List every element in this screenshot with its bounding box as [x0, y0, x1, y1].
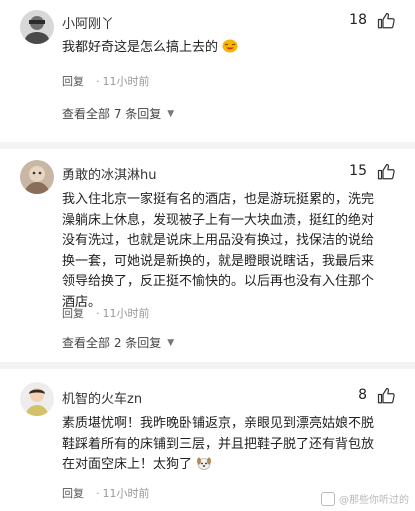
comment-time: 11小时前	[102, 487, 150, 500]
comment-text: 我都好奇这是怎么搞上去的	[62, 38, 380, 61]
avatar[interactable]	[20, 10, 54, 44]
comment-time: 11小时前	[102, 307, 150, 320]
like-count: 8	[358, 387, 367, 403]
like-icon[interactable]	[377, 163, 395, 181]
like-count: 15	[349, 163, 367, 179]
comment-item: 勇敢的冰淇淋hu 15 我入住北京一家挺有名的酒店，也是游玩挺累的，洗完澡躺床上…	[0, 150, 415, 360]
avatar[interactable]	[20, 382, 54, 416]
dog-face-emoji	[196, 456, 212, 478]
laughing-face-emoji	[222, 39, 238, 61]
view-all-replies-label: 查看全部 7 条回复	[62, 107, 162, 121]
comment-meta: 回复 · 11小时前	[62, 485, 150, 501]
comment-username[interactable]: 机智的火车zn	[62, 388, 142, 407]
watermark-text: @那些你听过的	[339, 495, 409, 506]
avatar[interactable]	[20, 160, 54, 194]
time-dot-icon: ·	[96, 74, 100, 88]
comment-item: 机智的火车zn 8 素质堪忧啊！我昨晚卧铺返京，亲眼见到漂亮姑娘不脱鞋踩着所有的…	[0, 370, 415, 511]
comment-text: 素质堪忧啊！我昨晚卧铺返京，亲眼见到漂亮姑娘不脱鞋踩着所有的床铺到三层，并且把鞋…	[62, 414, 380, 478]
like-icon[interactable]	[377, 387, 395, 405]
like-count: 18	[349, 12, 367, 28]
chevron-down-icon: ▼	[167, 337, 175, 348]
comment-item: 小阿刚丫 18 我都好奇这是怎么搞上去的 回复 · 11小时前 查看全部 7 条…	[0, 0, 415, 145]
watermark: @那些你听过的	[321, 491, 409, 506]
view-all-replies-label: 查看全部 2 条回复	[62, 336, 162, 350]
comment-divider	[0, 142, 415, 149]
comment-username[interactable]: 勇敢的冰淇淋hu	[62, 164, 156, 183]
reply-button[interactable]: 回复	[62, 485, 84, 501]
comment-meta: 回复 · 11小时前	[62, 73, 150, 89]
view-all-replies-link[interactable]: 查看全部 2 条回复 ▼	[62, 334, 174, 351]
comment-time: 11小时前	[102, 75, 150, 88]
comment-meta: 回复 · 11小时前	[62, 305, 150, 321]
time-dot-icon: ·	[96, 306, 100, 320]
time-dot-icon: ·	[96, 486, 100, 500]
comment-divider	[0, 362, 415, 369]
comment-username[interactable]: 小阿刚丫	[62, 13, 114, 32]
watermark-logo-icon	[321, 491, 335, 506]
chevron-down-icon: ▼	[167, 108, 175, 119]
like-icon[interactable]	[377, 12, 395, 30]
reply-button[interactable]: 回复	[62, 305, 84, 321]
comment-text: 我入住北京一家挺有名的酒店，也是游玩挺累的，洗完澡躺床上休息，发现被子上有一大块…	[62, 192, 375, 310]
reply-button[interactable]: 回复	[62, 73, 84, 89]
view-all-replies-link[interactable]: 查看全部 7 条回复 ▼	[62, 105, 174, 122]
